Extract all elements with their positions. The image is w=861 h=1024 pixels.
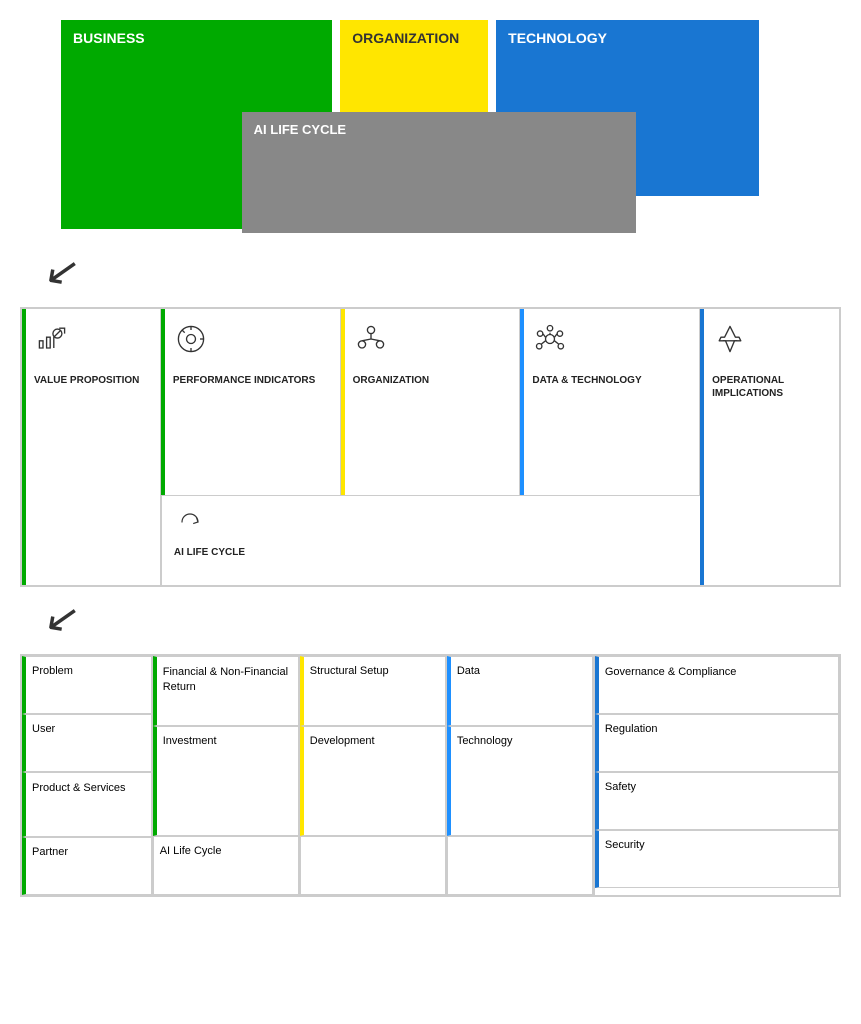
arrow-2: ↙ bbox=[42, 594, 84, 641]
ai-lifecycle-top-block: AI LIFE CYCLE bbox=[242, 112, 636, 233]
list-item: Development bbox=[300, 726, 446, 836]
bottom-col3-empty bbox=[300, 836, 446, 895]
organization-mid-col: ORGANIZATION bbox=[341, 309, 521, 495]
data-technology-label: DATA & TECHNOLOGY bbox=[532, 374, 641, 387]
bottom-col-3: Structural Setup Development bbox=[300, 656, 447, 895]
data-technology-icon bbox=[532, 321, 568, 366]
operational-implications-col: OPERATIONAL IMPLICATIONS bbox=[700, 309, 839, 585]
list-item: User bbox=[22, 714, 152, 772]
performance-indicators-label: PERFORMANCE INDICATORS bbox=[173, 374, 315, 387]
operational-implications-label: OPERATIONAL IMPLICATIONS bbox=[712, 374, 831, 400]
list-item: Investment bbox=[153, 726, 299, 836]
bottom-col-1: Problem User Product & Services Partner bbox=[22, 656, 153, 895]
technology-label: TECHNOLOGY bbox=[508, 30, 607, 46]
value-proposition-col: VALUE PROPOSITION bbox=[22, 309, 161, 585]
list-item: Safety bbox=[595, 772, 839, 830]
list-item: Structural Setup bbox=[300, 656, 446, 726]
bottom-col-5: Governance & Compliance Regulation Safet… bbox=[594, 656, 839, 895]
list-item: Regulation bbox=[595, 714, 839, 772]
list-item: Financial & Non-Financial Return bbox=[153, 656, 299, 726]
organization-mid-label: ORGANIZATION bbox=[353, 374, 429, 387]
ai-lifecycle-mid-label: AI LIFE CYCLE bbox=[174, 547, 245, 558]
ai-lifecycle-mid-row: AI LIFE CYCLE bbox=[161, 495, 700, 585]
operational-implications-icon bbox=[712, 321, 748, 366]
bottom-col4-empty bbox=[447, 836, 593, 895]
bottom-section: Problem User Product & Services Partner … bbox=[20, 654, 841, 897]
performance-indicators-col: PERFORMANCE INDICATORS bbox=[161, 309, 341, 495]
list-item: Partner bbox=[22, 837, 152, 895]
list-item: Product & Services bbox=[22, 772, 152, 837]
organization-label: ORGANIZATION bbox=[352, 30, 459, 46]
organization-icon bbox=[353, 321, 389, 366]
ai-lifecycle-top-label: AI LIFE CYCLE bbox=[254, 122, 346, 137]
list-item: Governance & Compliance bbox=[595, 656, 839, 714]
list-item: Data bbox=[447, 656, 593, 726]
business-label: BUSINESS bbox=[73, 30, 145, 46]
list-item: Problem bbox=[22, 656, 152, 714]
value-proposition-label: VALUE PROPOSITION bbox=[34, 374, 139, 387]
bottom-col-4: Data Technology bbox=[447, 656, 594, 895]
value-proposition-icon bbox=[34, 321, 70, 366]
data-technology-col: DATA & TECHNOLOGY bbox=[520, 309, 700, 495]
ai-lifecycle-bottom: AI Life Cycle bbox=[153, 836, 299, 895]
list-item: Technology bbox=[447, 726, 593, 836]
list-item: Security bbox=[595, 830, 839, 888]
performance-indicators-icon bbox=[173, 321, 209, 366]
bottom-col-2: Financial & Non-Financial Return Investm… bbox=[153, 656, 300, 895]
mid-section: VALUE PROPOSITION PERFORMANCE INDICATOR bbox=[20, 307, 841, 587]
ai-lifecycle-mid-icon bbox=[174, 506, 206, 541]
arrow-1: ↙ bbox=[42, 247, 84, 294]
